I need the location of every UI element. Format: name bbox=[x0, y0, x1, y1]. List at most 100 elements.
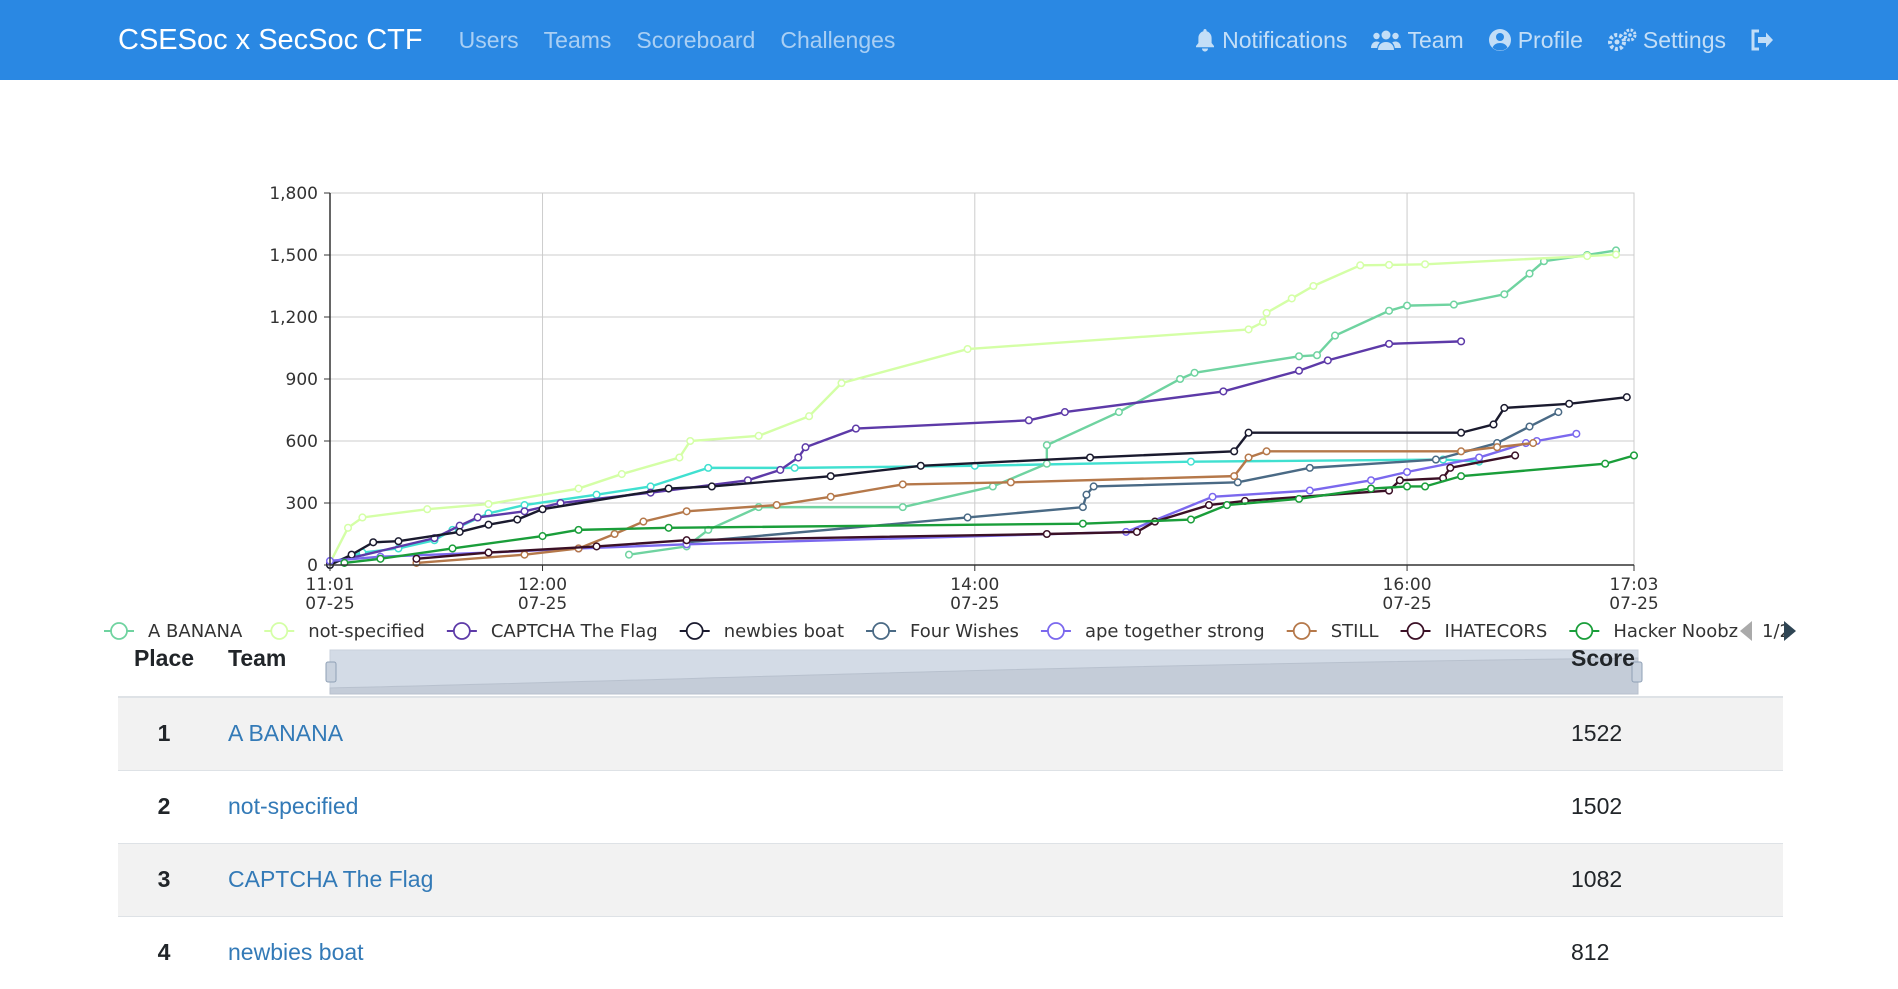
series-4-point bbox=[394, 537, 403, 546]
nav-scoreboard[interactable]: Scoreboard bbox=[636, 27, 755, 54]
series-1-point bbox=[1294, 352, 1304, 361]
series-1-point bbox=[1330, 331, 1340, 340]
nav-challenges[interactable]: Challenges bbox=[780, 27, 895, 54]
nav-profile-label: Profile bbox=[1517, 26, 1583, 53]
series-1-point bbox=[1190, 368, 1199, 377]
series-7-point bbox=[1262, 447, 1271, 456]
x-tick-label-date: 07-25 bbox=[518, 594, 567, 614]
x-tick-label-date: 07-25 bbox=[305, 594, 354, 614]
series-3-point bbox=[1024, 416, 1033, 425]
nav-profile[interactable]: Profile bbox=[1488, 27, 1583, 54]
table-row: 2 not-specified 1502 bbox=[118, 769, 1783, 843]
series-5-point bbox=[1082, 490, 1091, 499]
nav-notifications[interactable]: Notifications bbox=[1194, 27, 1347, 54]
series-8-point bbox=[412, 554, 421, 563]
nav-logout[interactable] bbox=[1750, 29, 1780, 51]
x-tick-label-date: 07-25 bbox=[950, 594, 999, 614]
series-unlisted-line bbox=[329, 458, 1480, 565]
series-1-point bbox=[1042, 459, 1051, 468]
series-1-point bbox=[1042, 441, 1051, 450]
header-team: Team bbox=[210, 620, 1553, 698]
series-9-point bbox=[1222, 501, 1232, 510]
x-tick-label-date: 07-25 bbox=[1609, 594, 1658, 614]
series-1-point bbox=[1114, 408, 1123, 417]
y-tick-label: 1,200 bbox=[269, 308, 318, 328]
x-tick-label-time: 12:00 bbox=[518, 575, 567, 595]
series-2-point bbox=[484, 499, 493, 509]
scoreboard-header-row: Place Team Score bbox=[118, 620, 1783, 698]
series-9-point bbox=[1601, 459, 1610, 468]
series-9-point bbox=[376, 554, 385, 563]
series-5-point bbox=[1305, 463, 1314, 472]
series-8-line bbox=[416, 454, 1516, 560]
series-8-point bbox=[592, 542, 601, 551]
series-3-point bbox=[1219, 387, 1228, 396]
nav-users[interactable]: Users bbox=[459, 27, 519, 54]
series-3-point bbox=[473, 513, 482, 522]
series-4-point bbox=[1622, 393, 1631, 402]
series-7-point bbox=[1493, 443, 1502, 452]
series-2-point bbox=[686, 436, 695, 446]
series-9-point bbox=[1421, 482, 1430, 491]
series-7-point bbox=[1006, 478, 1015, 487]
row-team-link[interactable]: not-specified bbox=[228, 793, 358, 819]
chart-axes: 03006009001,2001,5001,80011:0107-2512:00… bbox=[269, 184, 1658, 614]
brand-link[interactable]: CSESoc x SecSoc CTF bbox=[118, 24, 423, 57]
series-2-point bbox=[1356, 261, 1365, 270]
nav-team[interactable]: Team bbox=[1371, 27, 1464, 54]
series-1-point bbox=[624, 550, 634, 559]
row-place: 1 bbox=[118, 696, 210, 770]
series-unlisted-point bbox=[790, 463, 799, 472]
series-8-point bbox=[1446, 463, 1455, 472]
series-9-point bbox=[1078, 519, 1087, 528]
y-tick-label: 300 bbox=[286, 494, 318, 514]
series-unlisted-point bbox=[1186, 457, 1195, 466]
y-tick-label: 1,500 bbox=[269, 246, 318, 266]
row-place: 4 bbox=[118, 915, 210, 989]
series-2-point bbox=[1583, 251, 1592, 261]
series-9-point bbox=[574, 525, 583, 534]
top-navbar: CSESoc x SecSoc CTF Users Teams Scoreboa… bbox=[0, 0, 1898, 80]
y-tick-label: 0 bbox=[307, 556, 318, 576]
series-1-point bbox=[1500, 290, 1509, 299]
series-5-point bbox=[1525, 422, 1534, 431]
row-team-link[interactable]: CAPTCHA The Flag bbox=[228, 866, 433, 892]
row-place: 3 bbox=[118, 842, 210, 916]
series-4-point bbox=[1565, 399, 1574, 408]
series-5-point bbox=[1078, 503, 1087, 512]
series-4-point bbox=[538, 505, 547, 514]
series-7-point bbox=[826, 492, 835, 501]
series-3-point bbox=[851, 424, 860, 433]
bell-icon bbox=[1196, 29, 1215, 52]
series-2-point bbox=[754, 431, 763, 440]
row-place: 2 bbox=[118, 769, 210, 843]
series-4-point bbox=[707, 482, 716, 491]
score-chart-area: 0 300 600 900 1,200 1,500 1,800 11:01 07-25 12:00… bbox=[0, 80, 1898, 695]
series-9-point bbox=[448, 544, 457, 553]
series-6-point bbox=[1403, 467, 1412, 477]
series-3-point bbox=[1384, 339, 1394, 348]
series-3-point bbox=[776, 465, 785, 474]
row-score: 1502 bbox=[1553, 769, 1783, 843]
series-2-point bbox=[1262, 308, 1271, 317]
series-4-point bbox=[1230, 447, 1239, 456]
header-score: Score bbox=[1553, 620, 1783, 698]
user-circle-icon bbox=[1488, 29, 1511, 51]
series-7-point bbox=[772, 501, 781, 510]
series-2-point bbox=[1258, 318, 1268, 327]
series-1-point bbox=[1403, 301, 1412, 310]
series-unlisted-point bbox=[592, 490, 601, 499]
series-4-point bbox=[484, 520, 493, 529]
nav-settings[interactable]: Settings bbox=[1607, 27, 1726, 54]
series-9-point bbox=[538, 532, 547, 541]
series-9-point bbox=[664, 523, 673, 532]
row-team-link[interactable]: A BANANA bbox=[228, 720, 343, 746]
series-5-point bbox=[1431, 455, 1440, 464]
row-team-link[interactable]: newbies boat bbox=[228, 939, 364, 965]
series-4-point bbox=[1457, 428, 1466, 437]
series-7-point bbox=[682, 507, 691, 516]
series-7-point bbox=[520, 550, 529, 559]
series-2-point bbox=[343, 523, 353, 532]
nav-teams[interactable]: Teams bbox=[544, 27, 612, 54]
series-5-point bbox=[1554, 408, 1563, 417]
